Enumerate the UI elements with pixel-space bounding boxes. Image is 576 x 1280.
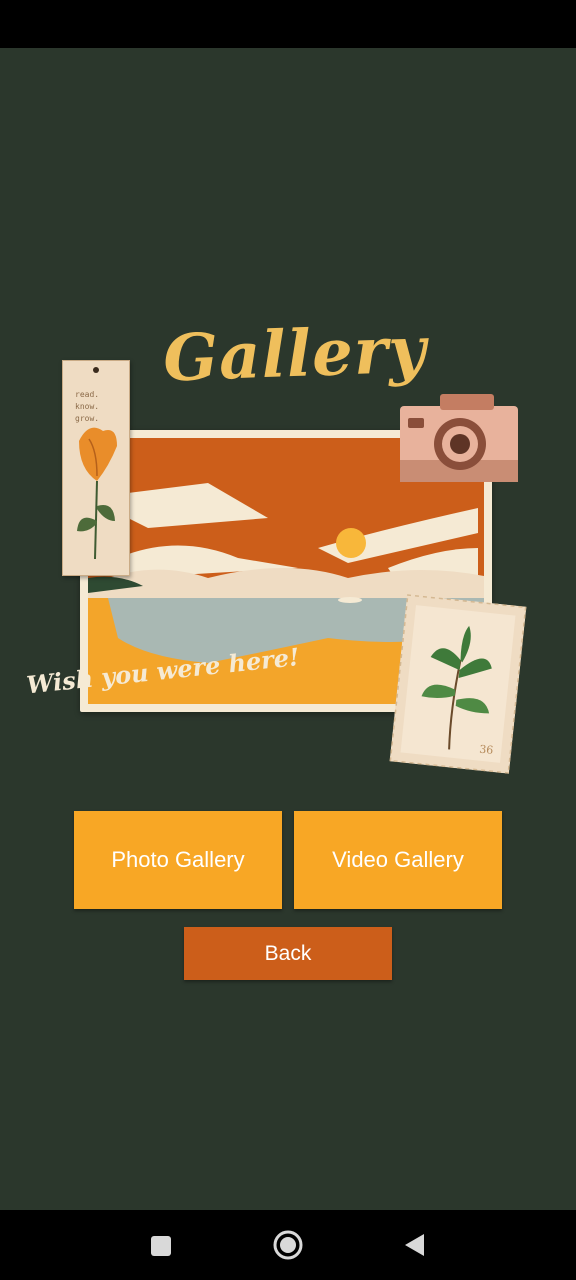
bookmark-illustration: read. know. grow. bbox=[62, 360, 130, 576]
back-button[interactable]: Back bbox=[184, 927, 392, 980]
photo-gallery-button[interactable]: Photo Gallery bbox=[74, 811, 282, 909]
camera-icon bbox=[400, 394, 518, 482]
back-triangle-icon[interactable] bbox=[402, 1232, 426, 1258]
flower-icon bbox=[77, 427, 117, 560]
postage-stamp-illustration: 36 bbox=[389, 594, 527, 774]
bookmark-text: read. know. grow. bbox=[75, 390, 100, 423]
stamp-number: 36 bbox=[479, 743, 494, 757]
bookmark-hole bbox=[93, 367, 99, 373]
video-gallery-button[interactable]: Video Gallery bbox=[294, 811, 502, 909]
page-title: Gallery bbox=[162, 312, 428, 397]
recents-square-icon[interactable] bbox=[151, 1236, 171, 1256]
status-bar bbox=[0, 0, 576, 48]
home-circle-icon[interactable] bbox=[273, 1230, 303, 1260]
